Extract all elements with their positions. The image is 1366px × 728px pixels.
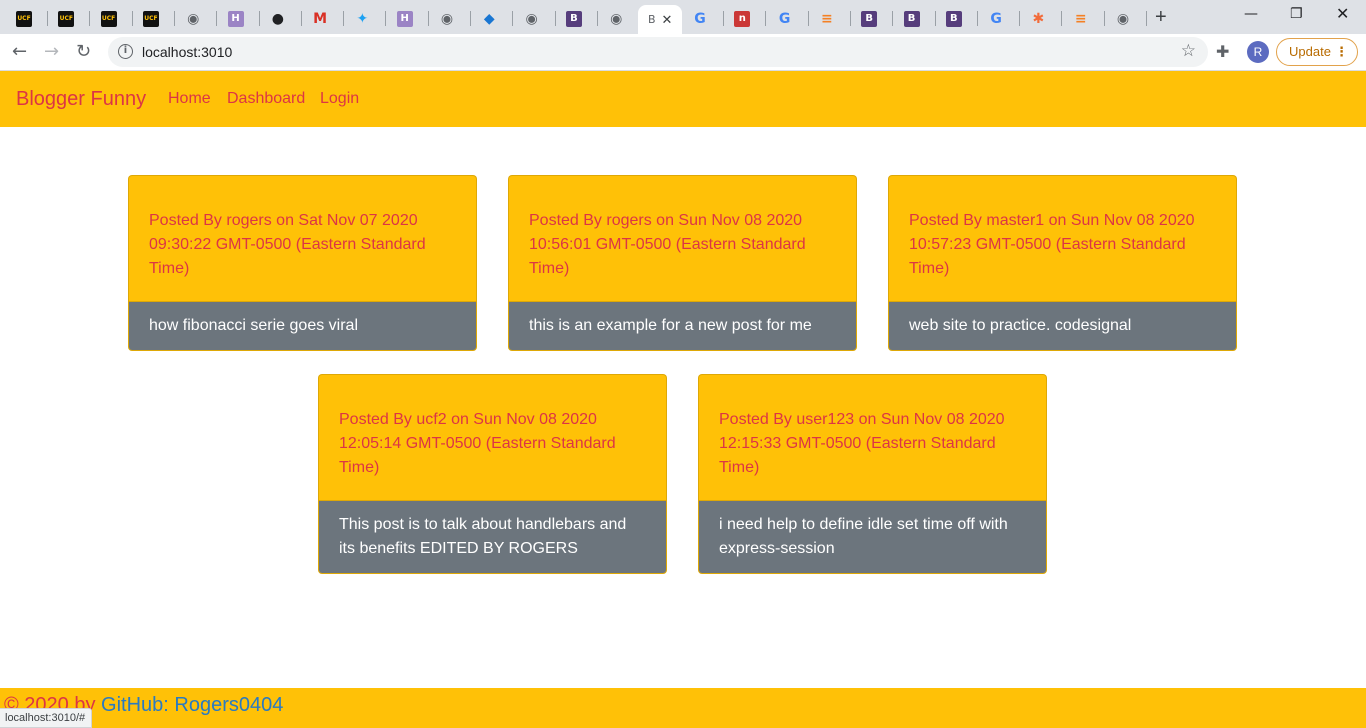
tab-active[interactable]: B ✕ (638, 5, 682, 34)
globe-icon: ◉ (610, 10, 623, 27)
npm-icon: n (734, 10, 751, 27)
active-tab-title: B (648, 13, 656, 26)
post-card-header: Posted By rogers on Sun Nov 08 2020 10:5… (509, 176, 856, 302)
browser-tab[interactable]: ● (260, 5, 302, 32)
gmail-icon: M (313, 10, 328, 27)
ucf-icon: UCF (16, 10, 32, 27)
address-url[interactable]: localhost:3010 (142, 44, 232, 60)
post-card-header: Posted By master1 on Sun Nov 08 2020 10:… (889, 176, 1236, 302)
post-card-body: i need help to define idle set time off … (699, 501, 1046, 573)
globe-icon: ◉ (525, 10, 538, 27)
globe-icon: ◉ (440, 10, 454, 27)
site-info-icon[interactable]: i (118, 44, 133, 59)
google-icon: G (990, 10, 1002, 27)
ucf-icon: UCF (58, 10, 75, 27)
browser-tab[interactable]: ✱ (1020, 5, 1063, 32)
ucf-icon: UCF (142, 10, 159, 27)
browser-tab[interactable]: B (851, 5, 894, 32)
heroku-icon: H (227, 10, 244, 27)
profile-avatar[interactable]: R (1247, 41, 1269, 63)
globe-icon: ◉ (1116, 10, 1130, 27)
github-icon: ● (271, 10, 284, 27)
browser-tab[interactable]: ≡ (1063, 5, 1105, 32)
post-card-header: Posted By user123 on Sun Nov 08 2020 12:… (699, 375, 1046, 501)
bootstrap-icon: B (861, 10, 878, 27)
bootstrap-icon: B (565, 10, 582, 27)
more-menu-icon[interactable]: ⋮ (1335, 39, 1348, 65)
post-card: Posted By user123 on Sun Nov 08 2020 12:… (698, 374, 1047, 574)
minimize-icon[interactable]: — (1244, 6, 1258, 22)
footer-github-link[interactable]: GitHub: Rogers0404 (101, 694, 283, 716)
close-window-icon[interactable]: ✕ (1336, 4, 1349, 23)
browser-tab[interactable]: G (767, 5, 809, 32)
bootstrap-icon: B (903, 10, 920, 27)
post-card-header: Posted By rogers on Sat Nov 07 2020 09:3… (129, 176, 476, 302)
twitter-icon: ✦ (356, 10, 369, 27)
browser-tab[interactable]: H (387, 5, 429, 32)
browser-tab[interactable]: G (978, 5, 1021, 32)
browser-tab[interactable]: ◉ (598, 5, 641, 32)
google-icon: G (778, 10, 791, 27)
browser-tab[interactable]: M (302, 5, 345, 32)
asterisk-icon: ✱ (1032, 10, 1045, 27)
browser-tab[interactable]: UCF (48, 5, 91, 32)
cube-icon: ◆ (483, 10, 495, 27)
post-card-body: this is an example for a new post for me (509, 302, 856, 350)
restore-icon[interactable]: ❐ (1290, 6, 1303, 22)
browser-tab[interactable]: ◉ (1105, 5, 1147, 32)
ucf-icon: UCF (100, 10, 117, 27)
reload-icon[interactable]: ↻ (76, 42, 91, 62)
stackoverflow-icon: ≡ (821, 10, 833, 27)
bookmark-star-icon[interactable]: ☆ (1181, 41, 1196, 61)
post-card-body: how fibonacci serie goes viral (129, 302, 476, 350)
app-navbar: Blogger Funny Home Dashboard Login (0, 71, 1366, 127)
navbar-brand[interactable]: Blogger Funny (16, 88, 146, 111)
browser-tab[interactable]: B (894, 5, 936, 32)
browser-tab[interactable]: G (682, 5, 724, 32)
browser-status-url: localhost:3010/# (0, 708, 93, 728)
address-bar[interactable]: i localhost:3010 ☆ (108, 37, 1208, 67)
browser-tab[interactable]: B (936, 5, 978, 32)
new-tab-icon[interactable]: + (1155, 7, 1167, 27)
browser-tab[interactable]: ✦ (344, 5, 387, 32)
browser-tab[interactable]: ◉ (429, 5, 471, 32)
browser-toolbar: ← → ↻ i localhost:3010 ☆ ✚ R Update ⋮ (0, 34, 1366, 71)
bootstrap-icon: B (945, 10, 962, 27)
google-icon: G (694, 10, 706, 27)
post-card-body: web site to practice. codesignal (889, 302, 1236, 350)
browser-tab[interactable]: ≡ (809, 5, 851, 32)
post-card-header: Posted By ucf2 on Sun Nov 08 2020 12:05:… (319, 375, 666, 501)
browser-tab[interactable]: B (556, 5, 598, 32)
page-footer: © 2020 by GitHub: Rogers0404 (0, 688, 1366, 728)
post-card: Posted By rogers on Sun Nov 08 2020 10:5… (508, 175, 857, 351)
browser-tab[interactable]: n (724, 5, 767, 32)
browser-tab[interactable]: UCF (91, 5, 133, 32)
globe-icon: ◉ (187, 10, 200, 27)
nav-link-dashboard[interactable]: Dashboard (227, 90, 305, 108)
heroku-icon: H (396, 10, 413, 27)
extensions-puzzle-icon[interactable]: ✚ (1216, 42, 1229, 61)
stackoverflow-icon: ≡ (1074, 10, 1087, 27)
post-card: Posted By rogers on Sat Nov 07 2020 09:3… (128, 175, 477, 351)
browser-tab[interactable]: ◆ (471, 5, 514, 32)
tab-separator (1146, 11, 1147, 26)
browser-tab[interactable]: UCF (6, 5, 48, 32)
back-icon[interactable]: ← (12, 42, 27, 62)
browser-tab[interactable]: UCF (133, 5, 175, 32)
update-button[interactable]: Update ⋮ (1276, 38, 1358, 66)
post-card-body: This post is to talk about handlebars an… (319, 501, 666, 573)
post-card: Posted By ucf2 on Sun Nov 08 2020 12:05:… (318, 374, 667, 574)
close-tab-icon[interactable]: ✕ (662, 12, 673, 28)
browser-tab-strip: UCF UCF UCF UCF ◉ H ● M ✦ H ◉ ◆ ◉ B ◉ B ✕ Gn G ≡ B B B G ✱ ≡ ◉ … (0, 0, 1366, 34)
update-button-label: Update (1289, 44, 1331, 59)
nav-link-login[interactable]: Login (320, 90, 359, 108)
browser-tab[interactable]: ◉ (514, 5, 556, 32)
nav-link-home[interactable]: Home (168, 90, 211, 108)
browser-tab[interactable]: ◉ (175, 5, 218, 32)
post-card: Posted By master1 on Sun Nov 08 2020 10:… (888, 175, 1237, 351)
browser-tab[interactable]: H (218, 5, 260, 32)
forward-icon[interactable]: → (44, 42, 59, 62)
